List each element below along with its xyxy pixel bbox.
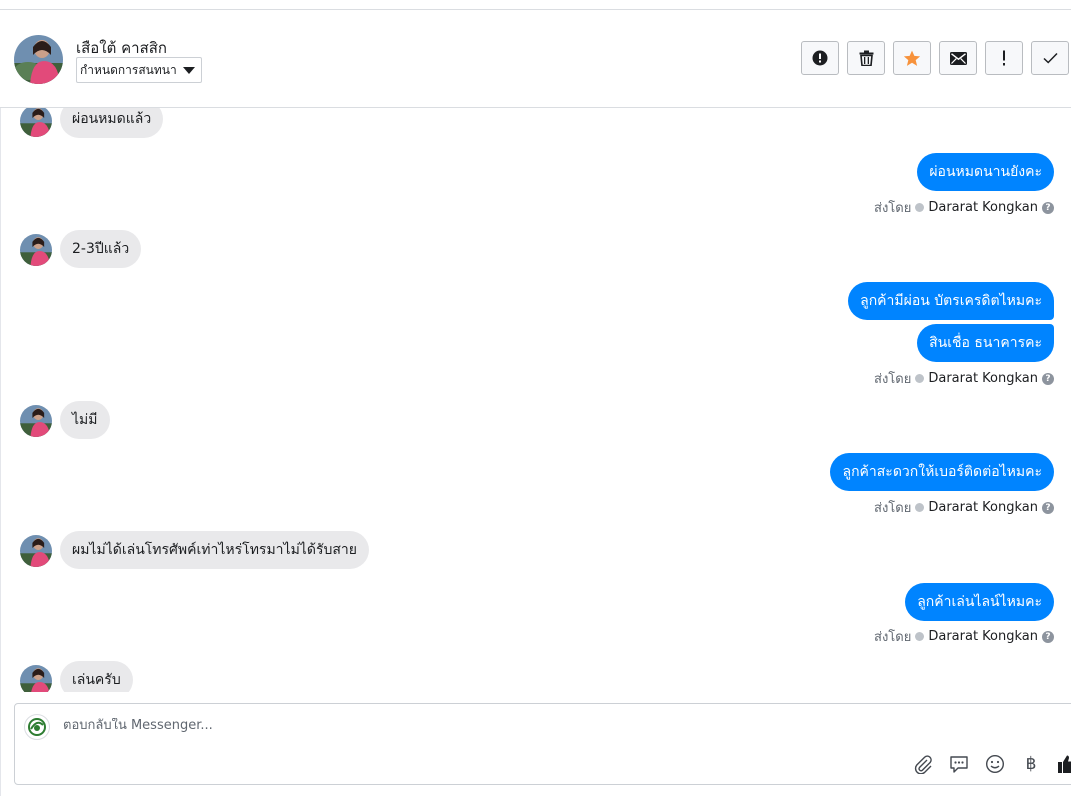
done-button[interactable] bbox=[1031, 41, 1069, 75]
reply-composer: ฿ bbox=[14, 703, 1071, 785]
outgoing-message: ผ่อนหมดนานยังคะ bbox=[917, 153, 1054, 191]
incoming-message: ไม่มี bbox=[60, 401, 110, 439]
envelope-icon bbox=[949, 51, 967, 65]
trash-icon bbox=[859, 50, 873, 66]
sent-by-line: ส่งโดย Dararat Kongkan ? bbox=[874, 368, 1054, 389]
customer-avatar bbox=[20, 405, 52, 437]
sent-by-prefix: ส่งโดย bbox=[874, 372, 912, 387]
agent-name: Dararat Kongkan bbox=[928, 371, 1038, 386]
outgoing-message: ลูกค้าสะดวกให้เบอร์ติดต่อไหมคะ bbox=[830, 453, 1054, 491]
agent-name: Dararat Kongkan bbox=[928, 629, 1038, 644]
star-button[interactable] bbox=[893, 41, 931, 75]
agent-name: Dararat Kongkan bbox=[928, 200, 1038, 215]
attach-button[interactable] bbox=[911, 752, 935, 776]
customer-avatar bbox=[20, 535, 52, 567]
thumbs-up-icon bbox=[1058, 755, 1071, 773]
agent-status-icon bbox=[915, 503, 925, 512]
agent-status-icon bbox=[915, 203, 925, 212]
sent-by-prefix: ส่งโดย bbox=[874, 501, 912, 516]
saved-replies-button[interactable] bbox=[947, 752, 971, 776]
outgoing-message: สินเชื่อ ธนาคารคะ bbox=[917, 324, 1054, 362]
agent-status-icon bbox=[915, 632, 925, 641]
alert-circle-icon bbox=[812, 50, 828, 66]
incoming-message: 2-3ปีแล้ว bbox=[60, 230, 142, 268]
page-logo bbox=[24, 714, 50, 740]
important-button[interactable] bbox=[985, 41, 1023, 75]
emoji-button[interactable] bbox=[983, 752, 1007, 776]
paperclip-icon bbox=[914, 755, 932, 774]
customer-avatar bbox=[20, 234, 52, 266]
agent-status-icon bbox=[915, 374, 925, 383]
delete-button[interactable] bbox=[847, 41, 885, 75]
incoming-message: เล่นครับ bbox=[60, 661, 133, 692]
conversation-header: เสือใต้ คาสสิก กำหนดการสนทนา bbox=[0, 10, 1071, 108]
payment-button[interactable]: ฿ bbox=[1019, 752, 1043, 776]
help-icon[interactable]: ? bbox=[1042, 501, 1054, 514]
agent-name: Dararat Kongkan bbox=[928, 500, 1038, 515]
report-button[interactable] bbox=[801, 41, 839, 75]
sent-by-line: ส่งโดย Dararat Kongkan ? bbox=[874, 626, 1054, 647]
outgoing-message: ลูกค้าเล่นไลน์ไหมคะ bbox=[905, 583, 1054, 621]
sent-by-prefix: ส่งโดย bbox=[874, 201, 912, 216]
sent-by-prefix: ส่งโดย bbox=[874, 630, 912, 645]
help-icon[interactable]: ? bbox=[1042, 201, 1054, 214]
smiley-icon bbox=[985, 754, 1005, 774]
outgoing-message: ลูกค้ามีผ่อน บัตรเครดิตไหมคะ bbox=[848, 282, 1054, 320]
composer-tools: ฿ bbox=[911, 752, 1071, 776]
sent-by-line: ส่งโดย Dararat Kongkan ? bbox=[874, 497, 1054, 518]
incoming-message: ผมไม่ได้เล่นโทรศัพค์เท่าไหร่โทรมาไม่ได้ร… bbox=[60, 531, 369, 569]
header-actions bbox=[801, 41, 1069, 75]
customer-avatar bbox=[20, 665, 52, 692]
baht-icon: ฿ bbox=[1025, 754, 1037, 774]
reply-input[interactable] bbox=[63, 718, 863, 733]
chevron-down-icon bbox=[182, 66, 195, 74]
message-thread[interactable]: ผ่อนหมดแล้ว ผ่อนหมดนานยังคะ ส่งโดย Darar… bbox=[0, 108, 1071, 692]
star-icon bbox=[903, 50, 921, 66]
contact-avatar[interactable] bbox=[14, 35, 63, 84]
sent-by-line: ส่งโดย Dararat Kongkan ? bbox=[874, 197, 1054, 218]
assign-conversation-dropdown[interactable]: กำหนดการสนทนา bbox=[76, 57, 202, 83]
check-icon bbox=[1042, 52, 1058, 64]
exclamation-icon bbox=[1003, 50, 1005, 66]
top-border bbox=[0, 0, 1071, 10]
assign-conversation-label: กำหนดการสนทนา bbox=[80, 62, 177, 77]
customer-avatar bbox=[20, 108, 52, 137]
incoming-message: ผ่อนหมดแล้ว bbox=[60, 108, 164, 138]
mark-unread-button[interactable] bbox=[939, 41, 977, 75]
like-button[interactable] bbox=[1055, 752, 1071, 776]
help-icon[interactable]: ? bbox=[1042, 372, 1054, 385]
speech-bubble-icon bbox=[950, 756, 968, 773]
help-icon[interactable]: ? bbox=[1042, 630, 1054, 643]
